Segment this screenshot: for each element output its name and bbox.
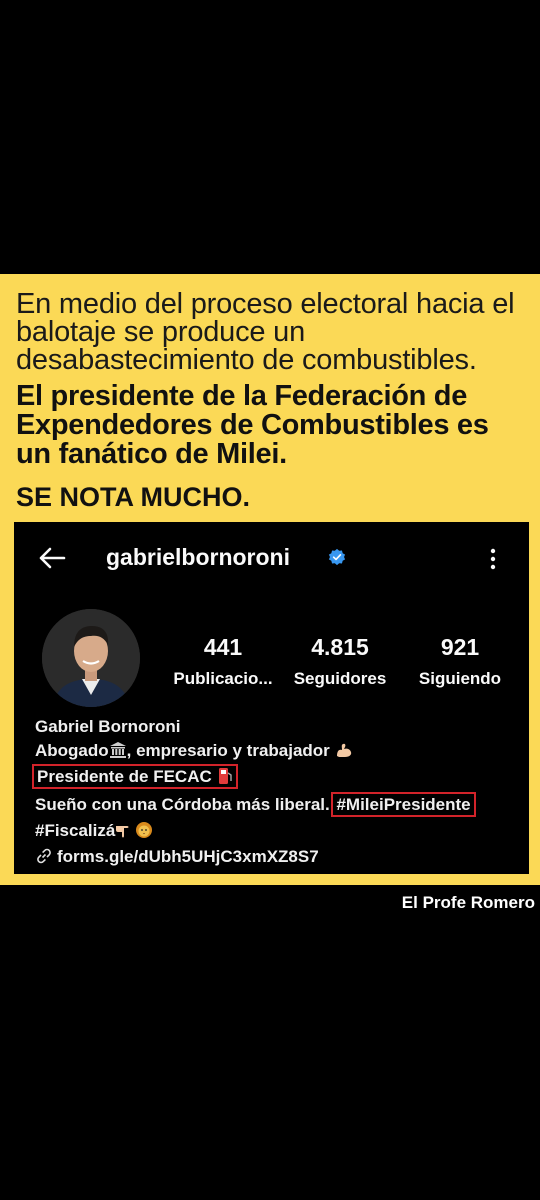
highlighted-position: Presidente de FECAC: [32, 764, 238, 789]
bio-link-row[interactable]: forms.gle/dUbh5UHjC3xmXZ8S7: [35, 846, 319, 868]
hashtag-milei-presidente[interactable]: #MileiPresidente: [331, 792, 476, 817]
instagram-profile-screenshot: gabrielbornoroni 441 Publicacio... 4.815…: [14, 522, 529, 874]
bank-icon: [109, 742, 126, 758]
fuel-pump-icon: [218, 768, 232, 784]
following-count: 921: [440, 634, 480, 660]
flexed-biceps-icon: [336, 743, 351, 757]
headline-text: El presidente de la Federación de Expend…: [16, 380, 489, 470]
bio-link: forms.gle/dUbh5UHjC3xmXZ8S7: [57, 847, 319, 866]
posts-count: 441: [203, 634, 243, 660]
bio-line-liberal: Sueño con una Córdoba más liberal. #Mile…: [35, 792, 476, 817]
profile-avatar[interactable]: [42, 609, 140, 707]
bio-position-text: Presidente de FECAC: [37, 767, 212, 786]
author-credit: El Profe Romero: [401, 893, 535, 912]
bio-occupation-rest: , empresario y trabajador: [126, 741, 330, 760]
followers-count: 4.815: [311, 634, 369, 660]
verified-badge-icon: [328, 548, 346, 566]
bio-line-position: Presidente de FECAC: [32, 764, 238, 789]
stat-posts[interactable]: 441 Publicacio...: [164, 634, 282, 690]
intro-text: En medio del proceso electoral hacia el …: [16, 288, 515, 376]
followers-label: Seguidores: [293, 669, 387, 688]
following-label: Siguiendo: [418, 669, 502, 688]
profile-username: gabrielbornoroni: [106, 544, 290, 570]
stat-following[interactable]: 921 Siguiendo: [412, 634, 508, 690]
stat-followers[interactable]: 4.815 Seguidores: [288, 634, 392, 690]
highlight-text: SE NOTA MUCHO.: [16, 482, 250, 512]
posts-label: Publicacio...: [173, 669, 273, 688]
profile-name: Gabriel Bornoroni: [35, 717, 181, 736]
avatar-portrait: [42, 609, 140, 707]
pointing-down-icon: [116, 826, 129, 838]
link-icon: [37, 848, 51, 864]
lion-icon: [136, 822, 153, 838]
bio-occupation-start: Abogado: [35, 741, 109, 760]
bio-liberal-text: Sueño con una Córdoba más liberal.: [35, 795, 330, 814]
more-options-icon[interactable]: [486, 546, 500, 572]
hashtag-fiscaliza[interactable]: #Fiscalizá: [35, 821, 115, 840]
bio-line-occupation: Abogado , empresario y trabajador: [35, 740, 353, 762]
back-arrow-icon[interactable]: [36, 542, 68, 574]
bio-line-fiscaliza: #Fiscalizá: [35, 820, 153, 842]
